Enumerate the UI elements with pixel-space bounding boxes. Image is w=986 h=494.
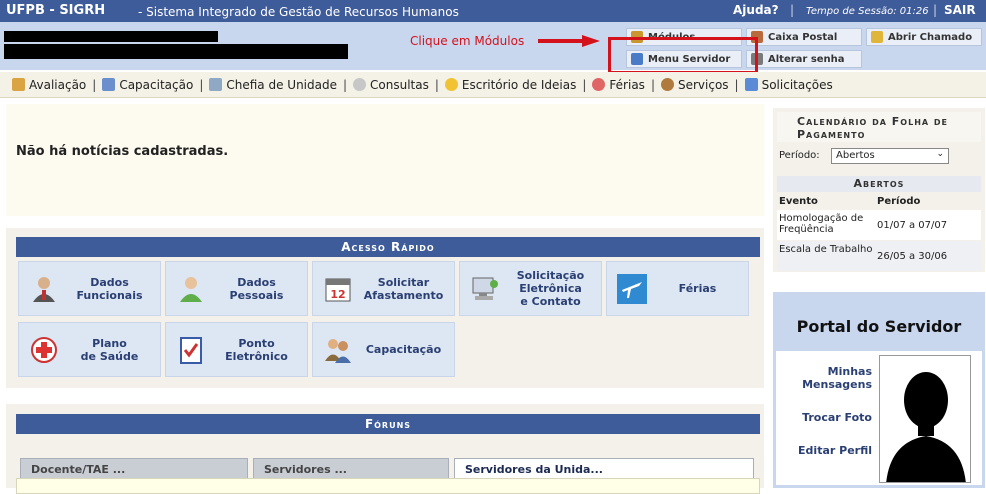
quick-access-title: Acesso Rápido (16, 237, 760, 257)
tab-servidores[interactable]: Servidores ... (253, 458, 449, 480)
top-bar: UFPB - SIGRH - Sistema Integrado de Gest… (0, 0, 986, 22)
help-link[interactable]: Ajuda? (733, 3, 779, 17)
lightbulb-icon (444, 78, 458, 91)
trocar-foto-link[interactable]: Trocar Foto (802, 411, 872, 424)
person-icon (660, 78, 674, 91)
portal-servidor: Portal do Servidor Minhas Mensagens Troc… (773, 292, 985, 488)
column-header-evento: Evento (779, 196, 818, 207)
alterar-senha-label: Alterar senha (768, 53, 845, 65)
period-select-value: Abertos (836, 150, 875, 161)
tile-label: Ponto Eletrônico (225, 336, 288, 363)
computer-icon (472, 277, 498, 300)
annotation-arrow-icon (538, 35, 600, 47)
tile-label: Capacitação (365, 343, 442, 356)
menu-item-solicitacoes[interactable]: Solicitações (744, 78, 833, 92)
tab-servidores-unidade[interactable]: Servidores da Unida... (454, 458, 754, 480)
redacted-user-info (4, 44, 348, 59)
tile-plano-saude[interactable]: Plano de Saúde (18, 322, 161, 377)
session-timer: Tempo de Sessão: 01:26 (806, 6, 929, 17)
menu-item-servicos[interactable]: Serviços (660, 78, 729, 92)
tile-ponto-eletronico[interactable]: Ponto Eletrônico (165, 322, 308, 377)
group-icon (325, 339, 351, 363)
tile-label: Solicitar Afastamento (363, 275, 444, 302)
user-icon (180, 277, 202, 302)
airplane-icon (617, 274, 647, 304)
notepad-icon (102, 78, 116, 91)
period-select[interactable]: Abertos ⌄ (831, 148, 949, 164)
separator: | (790, 3, 795, 17)
menu-item-ferias[interactable]: Férias (592, 78, 645, 92)
column-header-periodo: Período (877, 196, 921, 207)
row-event: Homologação de Freqüência (779, 213, 864, 235)
main-menu: Avaliação | Capacitação | Chefia de Unid… (0, 72, 986, 98)
annotation-text: Clique em Módulos (410, 34, 525, 48)
logout-link[interactable]: SAIR (944, 3, 976, 17)
alterar-senha-button[interactable]: Alterar senha (746, 50, 862, 68)
abrir-chamado-button[interactable]: Abrir Chamado (866, 28, 982, 46)
news-area: Não há notícias cadastradas. (6, 104, 764, 216)
period-label: Período: (779, 150, 820, 161)
user-silhouette-icon (886, 372, 966, 482)
portal-header: Portal do Servidor (776, 295, 982, 351)
caixa-postal-label: Caixa Postal (768, 31, 838, 43)
forum-tab-content (16, 478, 760, 494)
forums-panel: Fóruns Docente/TAE ... Servidores ... Se… (6, 404, 764, 494)
menu-item-chefia[interactable]: Chefia de Unidade (209, 78, 337, 92)
menu-item-escritorio-ideias[interactable]: Escritório de Ideias (444, 78, 576, 92)
tile-dados-funcionais[interactable]: Dados Funcionais (18, 261, 161, 316)
tile-label: Solicitação Eletrônica e Contato (516, 269, 585, 308)
flashlight-icon (871, 31, 883, 43)
tile-capacitacao[interactable]: Capacitação (312, 322, 455, 377)
tile-ferias[interactable]: Férias (606, 261, 749, 316)
magnifier-icon (353, 78, 367, 91)
minhas-mensagens-link[interactable]: Minhas Mensagens (782, 365, 872, 391)
menu-item-avaliacao[interactable]: Avaliação (12, 78, 86, 92)
redacted-user-name (4, 31, 218, 42)
health-cross-icon (31, 337, 57, 363)
app-subtitle: - Sistema Integrado de Gestão de Recurso… (138, 5, 459, 19)
tile-solicitar-afastamento[interactable]: 12 Solicitar Afastamento (312, 261, 455, 316)
menu-item-consultas[interactable]: Consultas (353, 78, 429, 92)
table-row: Homologação de Freqüência 01/07 a 07/07 (777, 210, 981, 240)
tile-dados-pessoais[interactable]: Dados Pessoais (165, 261, 308, 316)
separator: | (933, 3, 938, 17)
org-chart-icon (209, 78, 223, 91)
tile-label: Dados Pessoais (229, 275, 284, 302)
payroll-calendar: Calendário da Folha de Pagamento Período… (773, 108, 985, 272)
tile-solicitacao-eletronica[interactable]: Solicitação Eletrônica e Contato (459, 261, 602, 316)
calendar-title: Calendário da Folha de Pagamento (777, 112, 981, 142)
businessman-icon (33, 277, 55, 302)
row-event: Escala de Trabalho (779, 244, 873, 255)
app-brand: UFPB - SIGRH (6, 3, 106, 18)
editar-perfil-link[interactable]: Editar Perfil (798, 444, 872, 457)
tile-label: Férias (678, 282, 717, 295)
forums-title: Fóruns (16, 414, 760, 434)
calendar-icon: 12 (325, 278, 351, 302)
svg-text:12: 12 (330, 288, 345, 301)
checklist-icon (180, 337, 202, 364)
caixa-postal-button[interactable]: Caixa Postal (746, 28, 862, 46)
tile-label: Dados Funcionais (76, 275, 143, 302)
chevron-down-icon: ⌄ (936, 149, 944, 159)
highlight-box (608, 37, 758, 74)
table-row: Escala de Trabalho 26/05 a 30/06 (777, 241, 981, 271)
portal-title: Portal do Servidor (796, 317, 962, 336)
document-icon (744, 78, 758, 91)
menu-item-capacitacao[interactable]: Capacitação (102, 78, 193, 92)
user-photo[interactable] (879, 355, 971, 483)
row-period: 01/07 a 07/07 (877, 220, 948, 231)
calendar-subtitle: Abertos (777, 176, 981, 192)
abrir-chamado-label: Abrir Chamado (888, 31, 973, 43)
tab-docente-tae[interactable]: Docente/TAE ... (20, 458, 248, 480)
news-empty-text: Não há notícias cadastradas. (16, 144, 229, 159)
row-period: 26/05 a 30/06 (877, 251, 948, 262)
quick-access-panel: Acesso Rápido Dados Funcionais Dados Pes… (6, 228, 764, 388)
lifebuoy-icon (592, 78, 606, 91)
pencil-icon (12, 78, 25, 91)
tile-label: Plano de Saúde (80, 336, 139, 363)
forums-tabs: Docente/TAE ... Servidores ... Servidore… (16, 456, 760, 480)
user-bar: Clique em Módulos Módulos Caixa Postal A… (0, 22, 986, 74)
